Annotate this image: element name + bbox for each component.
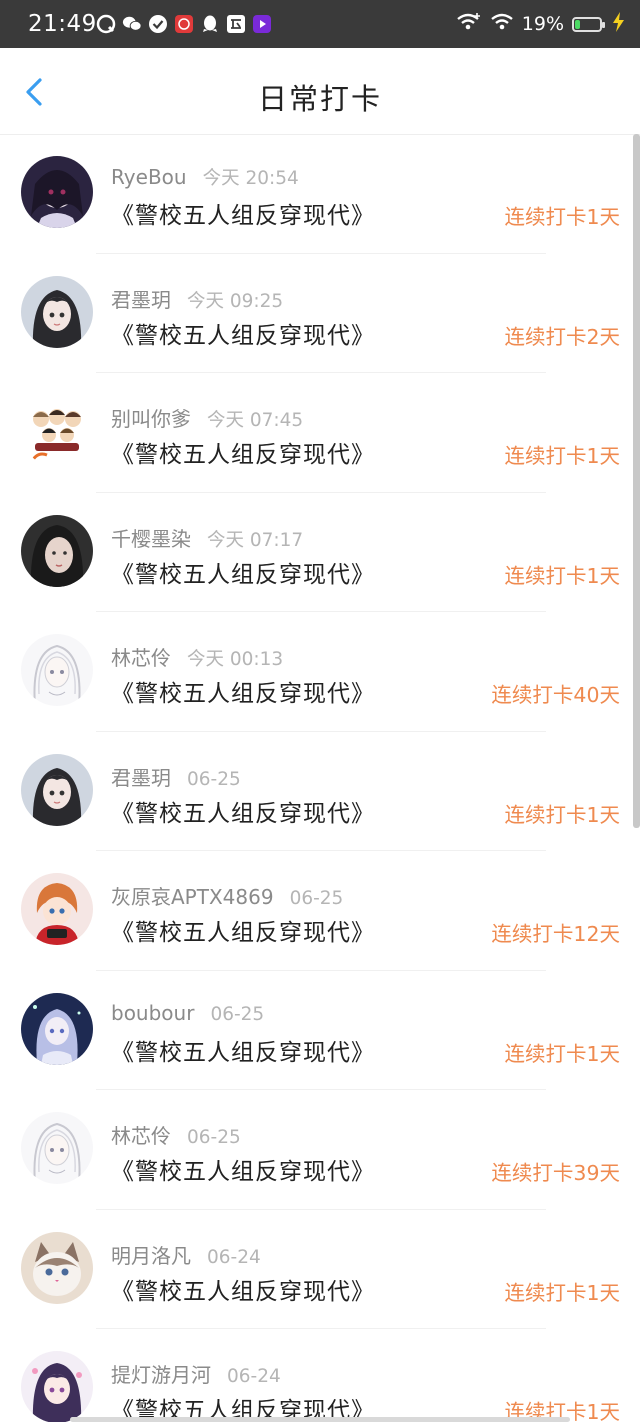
checkin-row[interactable]: 林芯伶 今天 00:13 《警校五人组反穿现代》 连续打卡40天	[0, 612, 632, 732]
avatar-sketch-girl[interactable]	[21, 1112, 93, 1184]
checkin-row[interactable]: 别叫你爹 今天 07:45 《警校五人组反穿现代》 连续打卡1天	[0, 373, 632, 493]
checkin-row[interactable]: 君墨玥 06-25 《警校五人组反穿现代》 连续打卡1天	[0, 732, 632, 851]
avatar-anime-dark[interactable]	[21, 156, 93, 228]
status-time: 21:49	[28, 11, 97, 37]
username[interactable]: 君墨玥 今天 09:25	[111, 284, 283, 313]
username-text[interactable]: 千樱墨染	[111, 527, 191, 551]
battery-icon	[572, 16, 605, 32]
avatar-haibara[interactable]	[21, 873, 93, 945]
wifi-icon	[490, 12, 514, 36]
nav-bar: 日常打卡	[0, 48, 640, 135]
book-title[interactable]: 《警校五人组反穿现代》	[111, 674, 375, 708]
username-text[interactable]: 君墨玥	[111, 766, 171, 790]
username-text[interactable]: 别叫你爹	[111, 407, 191, 431]
checkin-row[interactable]: boubour 06-25 《警校五人组反穿现代》 连续打卡1天	[0, 971, 632, 1090]
streak-label: 连续打卡1天	[504, 802, 620, 827]
username-text[interactable]: 灰原哀APTX4869	[111, 885, 274, 909]
checkin-row[interactable]: 林芯伶 06-25 《警校五人组反穿现代》 连续打卡39天	[0, 1090, 632, 1210]
battery-percent: 19%	[521, 13, 564, 35]
book-title[interactable]: 《警校五人组反穿现代》	[111, 913, 375, 947]
avatar-chibi-group[interactable]	[21, 395, 93, 467]
username[interactable]: 提灯游月河 06-24	[111, 1359, 281, 1388]
wechat-icon	[122, 14, 142, 34]
checkin-row[interactable]: 灰原哀APTX4869 06-25 《警校五人组反穿现代》 连续打卡12天	[0, 851, 632, 971]
scrollbar[interactable]	[633, 134, 640, 828]
book-title[interactable]: 《警校五人组反穿现代》	[111, 435, 375, 469]
checkin-time: 今天 20:54	[202, 168, 299, 189]
username[interactable]: boubour 06-25	[111, 1001, 264, 1025]
book-title[interactable]: 《警校五人组反穿现代》	[111, 316, 375, 350]
avatar-anime-blue[interactable]	[21, 992, 93, 1065]
system-status: 19%	[456, 10, 626, 38]
status-bar: 21:49 19%	[0, 0, 640, 48]
checkin-time: 06-25	[187, 1127, 241, 1148]
avatar-anime-girl[interactable]	[21, 275, 93, 348]
checkin-row[interactable]: 千樱墨染 今天 07:17 《警校五人组反穿现代》 连续打卡1天	[0, 493, 632, 612]
streak-label: 连续打卡1天	[504, 205, 620, 229]
du-icon	[226, 14, 246, 34]
book-title[interactable]: 《警校五人组反穿现代》	[111, 794, 375, 828]
avatar-photo-girl[interactable]	[21, 514, 93, 587]
avatar-sketch-girl[interactable]	[21, 634, 93, 706]
username-text[interactable]: RyeBou	[111, 165, 187, 189]
username-text[interactable]: 林芯伶	[111, 1124, 171, 1148]
username-text[interactable]: boubour	[111, 1001, 194, 1025]
streak-label: 连续打卡39天	[491, 1161, 620, 1185]
username[interactable]: 林芯伶 今天 00:13	[111, 642, 283, 671]
streak-label: 连续打卡2天	[504, 324, 620, 349]
checkin-time: 今天 09:25	[187, 290, 284, 312]
book-title[interactable]: 《警校五人组反穿现代》	[111, 1152, 375, 1186]
checkin-time: 今天 00:13	[187, 649, 284, 670]
checkin-time: 今天 07:17	[207, 529, 304, 551]
username-text[interactable]: 君墨玥	[111, 288, 171, 312]
page-title: 日常打卡	[257, 82, 382, 116]
username[interactable]: 林芯伶 06-25	[111, 1120, 241, 1149]
checkin-row[interactable]: 提灯游月河 06-24 《警校五人组反穿现代》 连续打卡1天	[0, 1329, 632, 1422]
avatar-cat[interactable]	[21, 1231, 93, 1304]
streak-label: 连续打卡40天	[491, 683, 620, 707]
username[interactable]: 灰原哀APTX4869 06-25	[111, 881, 343, 910]
qq-browser-icon	[96, 14, 116, 34]
username[interactable]: 千樱墨染 今天 07:17	[111, 523, 303, 552]
checkin-time: 今天 07:45	[207, 410, 304, 431]
red-app-icon	[174, 14, 194, 34]
username-text[interactable]: 明月洛凡	[111, 1244, 191, 1268]
checkin-time: 06-25	[187, 768, 241, 790]
streak-label: 连续打卡1天	[504, 1280, 620, 1305]
home-indicator[interactable]	[70, 1417, 570, 1422]
book-title[interactable]: 《警校五人组反穿现代》	[111, 1272, 375, 1306]
checkin-time: 06-24	[227, 1366, 281, 1387]
username-text[interactable]: 林芯伶	[111, 646, 171, 670]
video-app-icon	[252, 14, 272, 34]
check-icon	[148, 14, 168, 34]
qq-icon	[200, 14, 220, 34]
avatar-anime-girl[interactable]	[21, 753, 93, 826]
checkin-row[interactable]: 明月洛凡 06-24 《警校五人组反穿现代》 连续打卡1天	[0, 1210, 632, 1329]
checkin-row[interactable]: RyeBou 今天 20:54 《警校五人组反穿现代》 连续打卡1天	[0, 134, 632, 254]
streak-label: 连续打卡12天	[491, 922, 620, 946]
username[interactable]: 君墨玥 06-25	[111, 762, 241, 791]
avatar-anime-purple[interactable]	[21, 1351, 93, 1422]
checkin-time: 06-25	[289, 888, 344, 909]
checkin-time: 06-24	[207, 1246, 261, 1268]
username-text[interactable]: 提灯游月河	[111, 1363, 211, 1387]
charging-bolt-icon	[610, 11, 626, 37]
checkin-row[interactable]: 君墨玥 今天 09:25 《警校五人组反穿现代》 连续打卡2天	[0, 254, 632, 373]
wifi-plus-icon	[456, 12, 482, 36]
username[interactable]: 明月洛凡 06-24	[111, 1240, 261, 1269]
streak-label: 连续打卡1天	[504, 563, 620, 588]
checkin-time: 06-25	[210, 1003, 265, 1025]
book-title[interactable]: 《警校五人组反穿现代》	[111, 555, 375, 589]
checkin-list[interactable]: RyeBou 今天 20:54 《警校五人组反穿现代》 连续打卡1天 君墨玥 今天 09:…	[0, 134, 632, 1422]
book-title[interactable]: 《警校五人组反穿现代》	[111, 1033, 375, 1067]
username[interactable]: 别叫你爹 今天 07:45	[111, 403, 303, 432]
book-title[interactable]: 《警校五人组反穿现代》	[111, 196, 375, 230]
notification-icons	[96, 14, 272, 36]
streak-label: 连续打卡1天	[504, 1041, 620, 1066]
streak-label: 连续打卡1天	[504, 444, 620, 468]
username[interactable]: RyeBou 今天 20:54	[111, 164, 299, 190]
